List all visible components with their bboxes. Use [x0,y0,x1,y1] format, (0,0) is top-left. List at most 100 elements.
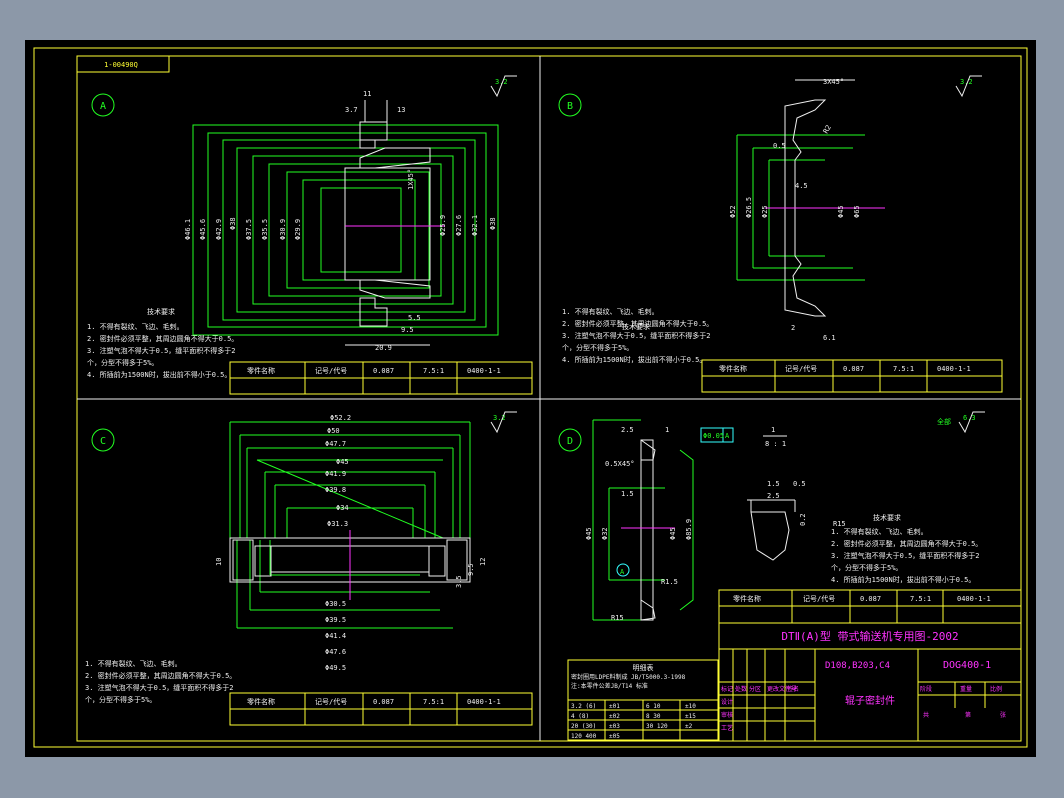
view-c-label: C [100,436,106,447]
small-table-b: 零件名称 记号/代号 0.087 7.5:1 0400-1-1 [701,359,1003,393]
svg-text:4. 所插前为1500N时，拔出前不得小于0.5。: 4. 所插前为1500N时，拔出前不得小于0.5。 [831,575,975,584]
svg-text:工艺: 工艺 [721,724,733,732]
svg-text:Φ65: Φ65 [853,205,861,218]
svg-text:3X45°: 3X45° [823,78,844,86]
main-title: DTⅡ(A)型 带式输送机专用图-2002 [781,629,958,643]
svg-text:2. 密封件必须平整，其周边圆角不得大于0.5。: 2. 密封件必须平整，其周边圆角不得大于0.5。 [831,539,982,548]
svg-text:Φ52.2: Φ52.2 [330,414,351,422]
svg-text:Φ26.5: Φ26.5 [745,197,753,218]
svg-text:9.5: 9.5 [401,326,414,334]
svg-text:阶段: 阶段 [920,685,932,693]
svg-text:3. 注塑气泡不得大于0.5，缝平面积不得多于2: 3. 注塑气泡不得大于0.5，缝平面积不得多于2 [87,346,236,355]
svg-text:Φ0.05: Φ0.05 [703,432,724,440]
svg-text:A: A [620,568,625,576]
svg-text:4. 所插前为1500N时，拔出前不得小于0.5。: 4. 所插前为1500N时，拔出前不得小于0.5。 [87,370,231,379]
svg-text:Φ29.9: Φ29.9 [294,219,302,240]
svg-text:3. 注塑气泡不得大于0.5，缝平面积不得多于2: 3. 注塑气泡不得大于0.5，缝平面积不得多于2 [562,331,711,340]
svg-text:Φ25.9: Φ25.9 [439,215,447,236]
svg-text:3. 注塑气泡不得大于0.5，缝平面积不得多于2: 3. 注塑气泡不得大于0.5，缝平面积不得多于2 [831,551,980,560]
svg-text:记号/代号: 记号/代号 [785,364,817,373]
svg-text:2.5: 2.5 [621,426,634,434]
svg-text:Φ49.5: Φ49.5 [325,664,346,672]
svg-text:明细表: 明细表 [633,663,654,672]
svg-text:1: 1 [771,426,775,434]
cad-canvas: 1-00490Q A 3.2 11 3.7 13 5.5 9.5 20.9 Φ4… [33,47,1028,748]
svg-text:Φ34: Φ34 [336,504,349,512]
svg-text:Φ39.5: Φ39.5 [325,616,346,624]
svg-text:0.2: 0.2 [799,513,807,526]
svg-text:Φ30.5: Φ30.5 [325,600,346,608]
svg-text:1.5: 1.5 [767,480,780,488]
svg-text:7.5:1: 7.5:1 [893,365,914,373]
svg-text:处数: 处数 [735,685,747,693]
svg-text:Φ47.7: Φ47.7 [325,440,346,448]
svg-text:0.087: 0.087 [373,367,394,375]
svg-text:±05: ±05 [609,733,620,740]
svg-text:0.5: 0.5 [793,480,806,488]
view-d-label: D [567,436,573,447]
svg-text:8 : 1: 8 : 1 [765,440,786,448]
svg-text:R15: R15 [611,614,624,622]
notes-b: 技术要求 1. 不得有裂纹、飞边、毛刺。 2. 密封件必须平整，其周边圆角不得大… [562,307,713,364]
svg-text:Φ46.1: Φ46.1 [184,219,192,240]
svg-text:技术要求: 技术要求 [147,307,175,316]
svg-text:0400-1-1: 0400-1-1 [467,698,501,706]
parts-table: 明细表 密封圈用LDPE料制成 JB/T5000.3-1998 注:本零件公差J… [567,659,719,741]
svg-text:7.5:1: 7.5:1 [910,595,931,603]
svg-text:Φ32: Φ32 [601,527,609,540]
svg-text:2. 密封件必须平整，其周边圆角不得大于0.5。: 2. 密封件必须平整，其周边圆角不得大于0.5。 [85,671,236,680]
svg-text:分区: 分区 [749,685,761,693]
svg-text:2. 密封件必须平整，其周边圆角不得大于0.5。: 2. 密封件必须平整，其周边圆角不得大于0.5。 [562,319,713,328]
svg-text:Φ50: Φ50 [327,427,340,435]
svg-text:6.1: 6.1 [823,334,836,342]
svg-text:第: 第 [965,711,971,719]
notes-d: 技术要求 1. 不得有裂纹、飞边、毛刺。 2. 密封件必须平整，其周边圆角不得大… [831,513,982,584]
svg-text:记号/代号: 记号/代号 [315,366,347,375]
svg-text:120 400: 120 400 [571,733,597,740]
svg-text:13: 13 [397,106,405,114]
svg-text:2. 密封件必须平整，其周边圆角不得大于0.5。: 2. 密封件必须平整，其周边圆角不得大于0.5。 [87,334,238,343]
svg-text:2.5: 2.5 [767,492,780,500]
svg-text:Φ27.6: Φ27.6 [455,215,463,236]
svg-text:1. 不得有裂纹、飞边、毛刺。: 1. 不得有裂纹、飞边、毛刺。 [562,307,659,316]
svg-text:重量: 重量 [960,685,972,693]
svg-text:1: 1 [665,426,669,434]
svg-text:Φ38: Φ38 [489,217,497,230]
svg-text:个，分型不得多于5%。: 个，分型不得多于5%。 [85,695,156,704]
svg-text:Φ38: Φ38 [229,217,237,230]
svg-text:Φ85.9: Φ85.9 [685,519,693,540]
svg-text:R2: R2 [822,124,833,135]
svg-text:6 10: 6 10 [646,703,661,710]
small-table-a: 零件名称 记号/代号 0.087 7.5:1 0400-1-1 [229,361,533,395]
svg-text:±10: ±10 [685,703,696,710]
svg-text:Φ45: Φ45 [837,205,845,218]
svg-text:±15: ±15 [685,713,696,720]
svg-text:零件名称: 零件名称 [247,697,275,706]
svg-text:零件名称: 零件名称 [733,594,761,603]
notes-a: 技术要求 1. 不得有裂纹、飞边、毛刺。 2. 密封件必须平整，其周边圆角不得大… [87,307,238,379]
svg-text:3.2 (6): 3.2 (6) [571,703,596,710]
svg-text:8 30: 8 30 [646,713,661,720]
svg-text:R1.5: R1.5 [661,578,678,586]
svg-text:密封圈用LDPE料制成 JB/T5000.3-1998: 密封圈用LDPE料制成 JB/T5000.3-1998 [571,673,686,681]
svg-text:Φ41.9: Φ41.9 [325,470,346,478]
svg-text:Φ45: Φ45 [669,527,677,540]
svg-text:注:本零件公差JB/T14 标准: 注:本零件公差JB/T14 标准 [571,682,648,690]
view-a-label: A [100,101,106,112]
svg-text:Φ30.9: Φ30.9 [279,219,287,240]
svg-text:±2: ±2 [685,723,693,730]
svg-text:Φ35.5: Φ35.5 [261,219,269,240]
svg-text:A: A [725,432,730,440]
svg-text:Φ45: Φ45 [585,527,593,540]
svg-text:记号/代号: 记号/代号 [803,594,835,603]
notes-c: 1. 不得有裂纹、飞边、毛刺。 2. 密封件必须平整，其周边圆角不得大于0.5。… [85,659,236,704]
svg-text:R15: R15 [833,520,846,528]
svg-text:0.087: 0.087 [843,365,864,373]
svg-text:零件名称: 零件名称 [719,364,747,373]
svg-text:9.5: 9.5 [467,563,475,576]
svg-text:标记: 标记 [721,685,733,693]
svg-text:1.5: 1.5 [621,490,634,498]
svg-text:1. 不得有裂纹、飞边、毛刺。: 1. 不得有裂纹、飞边、毛刺。 [831,527,928,536]
svg-text:Φ45: Φ45 [336,458,349,466]
svg-text:Φ39.8: Φ39.8 [325,486,346,494]
